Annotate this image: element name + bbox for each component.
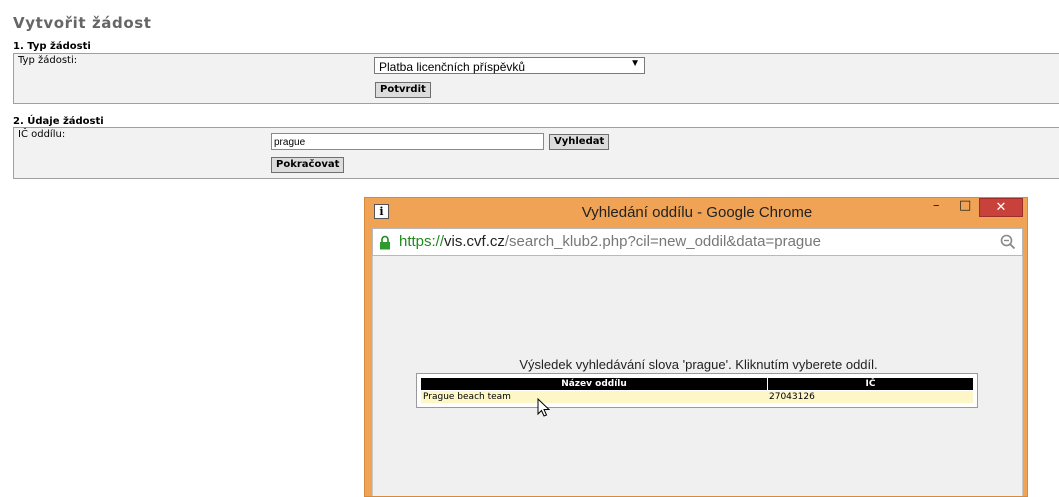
url-host: vis.cvf.cz [444, 233, 505, 250]
club-id-input[interactable] [271, 133, 544, 150]
search-button[interactable]: Vyhledat [549, 134, 610, 150]
club-name-cell[interactable]: Prague beach team [423, 391, 511, 403]
popup-content: Výsledek vyhledávání slova 'prague'. Kli… [372, 256, 1023, 496]
column-header-ic: IČ [865, 379, 876, 389]
dropdown-arrow-icon: ▼ [630, 58, 640, 69]
results-table: Název oddílu IČ Prague beach team 270431… [416, 373, 978, 408]
zoom-icon[interactable] [1000, 234, 1016, 250]
request-type-select[interactable]: Platba licenčních příspěvků ▼ [374, 57, 645, 74]
request-type-select-value: Platba licenčních příspěvků [379, 60, 526, 74]
search-popup-window: i Vyhledání oddílu - Google Chrome – □ ✕… [364, 197, 1028, 497]
club-ic-cell[interactable]: 27043126 [769, 391, 815, 403]
maximize-icon[interactable]: □ [959, 198, 971, 213]
popup-window-title: Vyhledání oddílu - Google Chrome [581, 204, 813, 221]
url-text: https://vis.cvf.cz/search_klub2.php?cil=… [399, 233, 821, 250]
lock-icon [380, 235, 390, 250]
address-bar[interactable]: https://vis.cvf.cz/search_klub2.php?cil=… [372, 228, 1023, 256]
request-type-label: Typ žádosti: [18, 55, 78, 66]
section-heading-details: 2. Údaje žádosti [13, 116, 104, 127]
confirm-button[interactable]: Potvrdit [375, 82, 431, 98]
result-caption: Výsledek vyhledávání slova 'prague'. Kli… [519, 357, 878, 372]
mouse-cursor-icon [537, 398, 551, 417]
url-scheme: https:// [399, 233, 445, 250]
table-row[interactable]: Prague beach team 27043126 [421, 391, 973, 403]
minimize-icon[interactable]: – [933, 198, 940, 213]
club-id-label: IČ oddílu: [18, 129, 66, 140]
column-header-name: Název oddílu [561, 379, 627, 389]
fieldset-request-type: Typ žádosti: Platba licenčních příspěvků… [13, 53, 1059, 104]
fieldset-request-details: IČ oddílu: Vyhledat Pokračovat [13, 127, 1059, 179]
continue-button[interactable]: Pokračovat [271, 157, 345, 173]
page-title: Vytvořit žádost [13, 14, 152, 32]
close-icon[interactable]: ✕ [979, 198, 1023, 217]
url-path: /search_klub2.php?cil=new_oddil&data=pra… [504, 233, 821, 250]
section-heading-type: 1. Typ žádosti [13, 41, 91, 52]
table-header-row: Název oddílu IČ [421, 378, 973, 390]
